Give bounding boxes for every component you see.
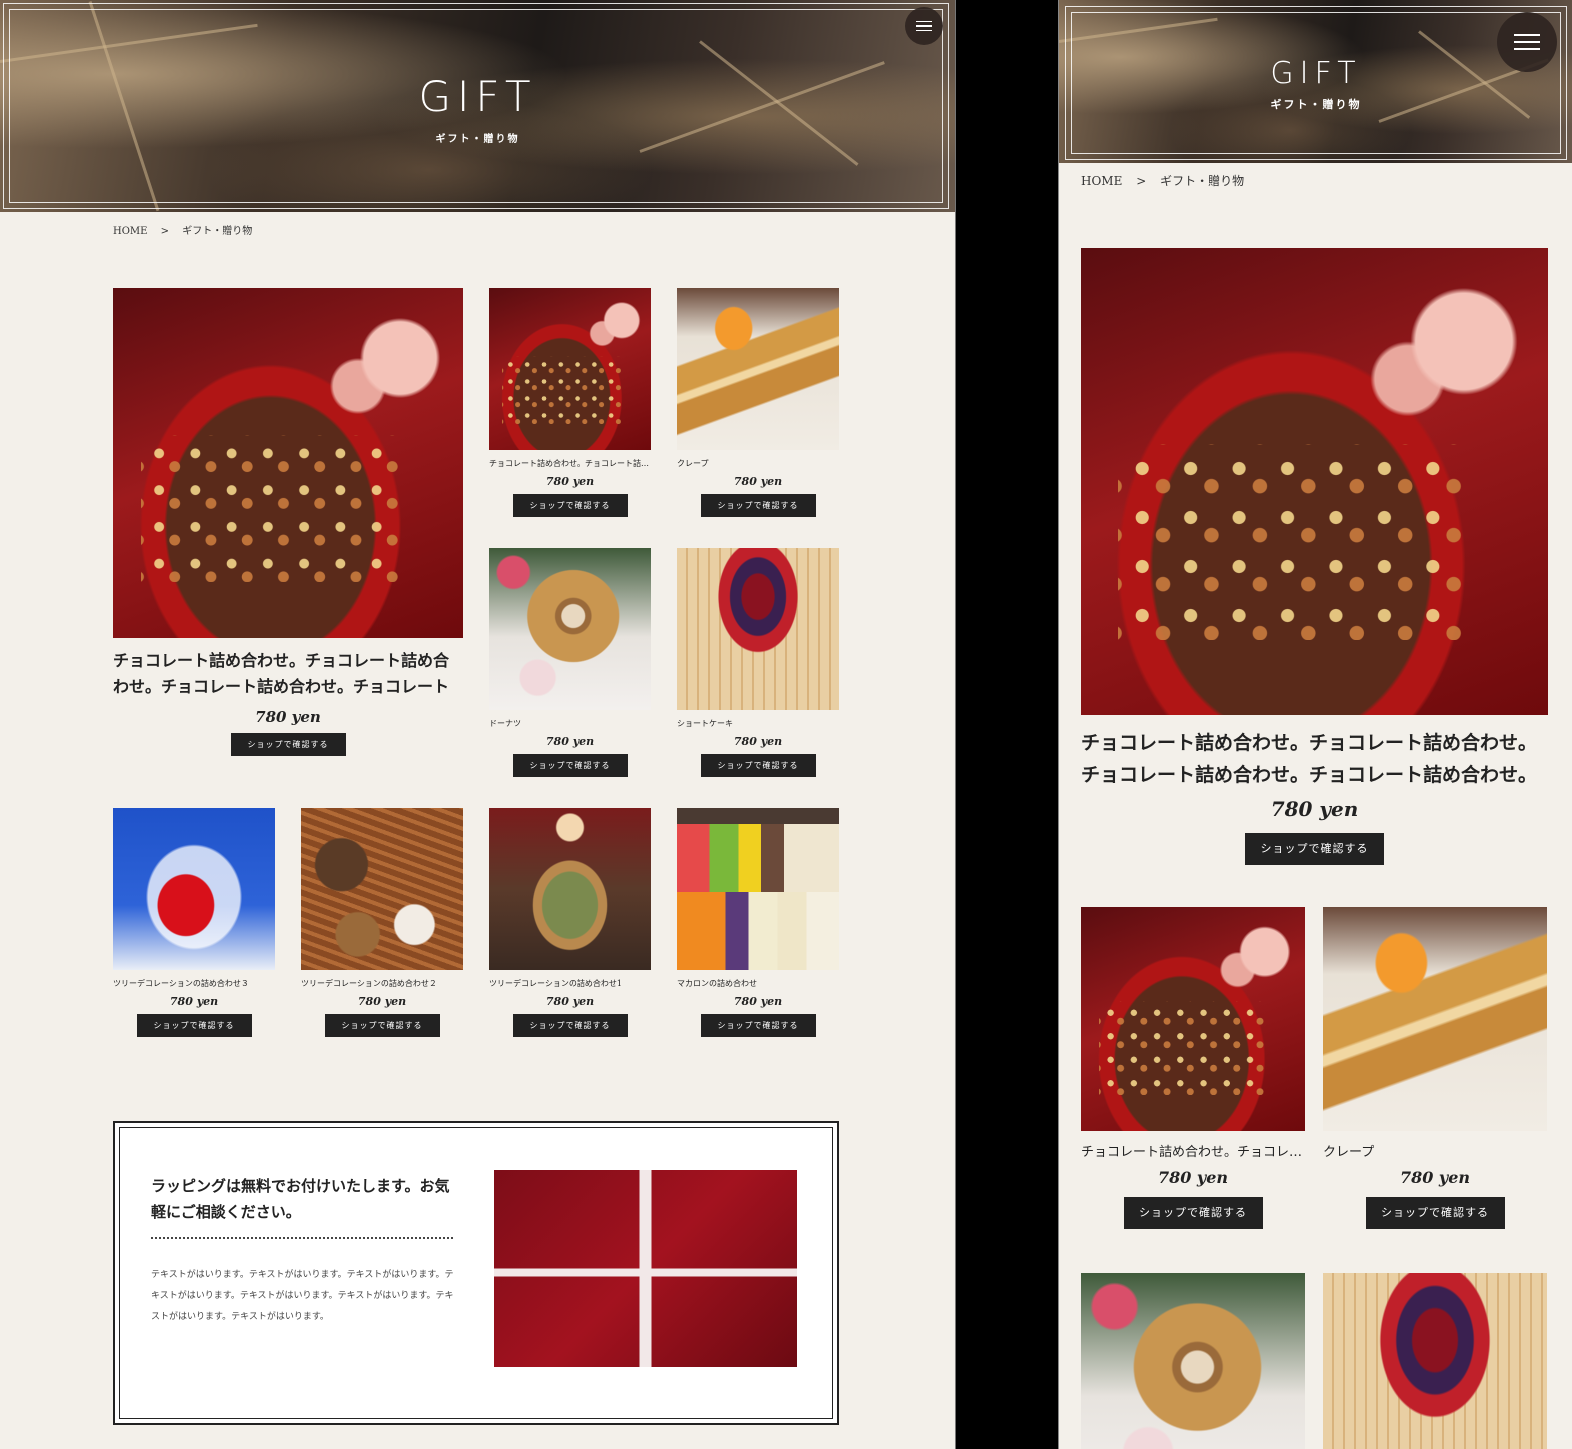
product-price: 780 yen — [1157, 1168, 1229, 1187]
shop-button[interactable]: ショップで確認する — [230, 733, 346, 756]
product-image[interactable] — [1081, 248, 1548, 715]
product-image[interactable] — [489, 548, 651, 710]
product-price: 780 yen — [1399, 1168, 1471, 1187]
product-image[interactable] — [677, 548, 839, 710]
hero-banner: GIFT ギフト・贈り物 — [0, 0, 955, 212]
breadcrumb-current: ギフト・贈り物 — [1160, 174, 1245, 188]
product-image[interactable] — [489, 288, 651, 450]
info-body-text: テキストがはいります。テキストがはいります。テキストがはいります。テキストがはい… — [151, 1270, 454, 1322]
product-name: マカロンの詰め合わせ — [677, 979, 757, 988]
info-heading: ラッピングは無料でお付けいたします。お気軽にご相談ください。 — [151, 1177, 450, 1221]
product-price: 780 yen — [545, 475, 595, 488]
shop-button[interactable]: ショップで確認する — [700, 1014, 816, 1037]
hamburger-menu-icon — [916, 20, 932, 23]
hamburger-menu-icon — [1514, 41, 1540, 43]
breadcrumb: HOME > ギフト・贈り物 — [1081, 172, 1254, 189]
breadcrumb-current: ギフト・贈り物 — [182, 226, 253, 237]
product-card — [1323, 1273, 1547, 1449]
hero-banner: GIFT ギフト・贈り物 — [1059, 0, 1572, 163]
product-price: 780 yen — [545, 735, 595, 748]
product-card: ツリーデコレーションの詰め合わせ1 780 yen ショップで確認する — [489, 808, 651, 1037]
menu-button[interactable] — [1497, 12, 1557, 72]
product-name: チョコレート詰め合わせ。チョコレート詰め合わせ。 — [1081, 1145, 1305, 1160]
product-name: チョコレート詰め合わせ。チョコレート詰め合わせ。チョコレート詰め合わせ。チョコレ… — [1081, 732, 1538, 786]
breadcrumb-home[interactable]: HOME — [1081, 174, 1122, 188]
product-card: クレープ 780 yen ショップで確認する — [677, 288, 839, 517]
page-title: GIFT — [418, 72, 537, 121]
hamburger-menu-icon — [1514, 48, 1540, 50]
product-image[interactable] — [1323, 907, 1547, 1131]
desktop-view: GIFT ギフト・贈り物 HOME > ギフト・贈り物 チョコレート詰め合わせ。… — [0, 0, 956, 1449]
page-subtitle: ギフト・贈り物 — [1270, 98, 1362, 111]
product-image[interactable] — [113, 288, 463, 638]
shop-button[interactable]: ショップで確認する — [512, 754, 628, 777]
shop-button[interactable]: ショップで確認する — [512, 494, 628, 517]
product-card: クレープ 780 yen ショップで確認する — [1323, 907, 1547, 1229]
breadcrumb-home[interactable]: HOME — [113, 226, 147, 237]
product-image[interactable] — [1323, 1273, 1547, 1449]
product-name: クレープ — [1323, 1145, 1375, 1160]
shop-button[interactable]: ショップで確認する — [700, 754, 816, 777]
product-price: 780 yen — [733, 735, 783, 748]
product-price: 780 yen — [357, 995, 407, 1008]
product-card-featured: チョコレート詰め合わせ。チョコレート詰め合わせ。チョコレート詰め合わせ。チョコレ… — [1081, 248, 1548, 865]
product-card — [1081, 1273, 1305, 1449]
wrapping-info-box: ラッピングは無料でお付けいたします。お気軽にご相談ください。 テキストがはいりま… — [113, 1121, 839, 1425]
menu-button[interactable] — [905, 7, 943, 45]
product-card: ショートケーキ 780 yen ショップで確認する — [677, 548, 839, 777]
product-price: 780 yen — [169, 995, 219, 1008]
product-price: 780 yen — [1270, 797, 1359, 821]
hamburger-menu-icon — [916, 29, 932, 32]
product-image[interactable] — [677, 288, 839, 450]
product-name: ショートケーキ — [677, 719, 733, 728]
shop-button[interactable]: ショップで確認する — [700, 494, 816, 517]
shop-button[interactable]: ショップで確認する — [512, 1014, 628, 1037]
hamburger-menu-icon — [916, 25, 932, 27]
product-price: 780 yen — [733, 475, 783, 488]
page-title: GIFT — [1270, 56, 1362, 91]
dotted-divider — [151, 1237, 453, 1239]
product-card: チョコレート詰め合わせ。チョコレート詰め合わせ。 780 yen ショップで確認… — [1081, 907, 1305, 1229]
shop-button[interactable]: ショップで確認する — [136, 1014, 252, 1037]
product-name: ツリーデコレーションの詰め合わせ３ — [113, 979, 249, 988]
shop-button[interactable]: ショップで確認する — [1365, 1197, 1505, 1229]
shop-button[interactable]: ショップで確認する — [324, 1014, 440, 1037]
product-card: チョコレート詰め合わせ。チョコレート詰め合わせ。 780 yen ショップで確認… — [489, 288, 651, 517]
gift-boxes-image — [494, 1170, 797, 1367]
product-image[interactable] — [1081, 1273, 1305, 1449]
product-name: ツリーデコレーションの詰め合わせ２ — [301, 979, 437, 988]
product-card: マカロンの詰め合わせ 780 yen ショップで確認する — [677, 808, 839, 1037]
product-image[interactable] — [489, 808, 651, 970]
product-image[interactable] — [1081, 907, 1305, 1131]
product-card: ツリーデコレーションの詰め合わせ２ 780 yen ショップで確認する — [301, 808, 463, 1037]
shop-button[interactable]: ショップで確認する — [1123, 1197, 1263, 1229]
page-subtitle: ギフト・贈り物 — [435, 134, 520, 145]
product-card-featured: チョコレート詰め合わせ。チョコレート詰め合わせ。チョコレート詰め合わせ。チョコレ… — [113, 288, 463, 756]
product-name: チョコレート詰め合わせ。チョコレート詰め合わせ。チョコレート詰め合わせ。チョコレ… — [113, 651, 450, 696]
breadcrumb: HOME > ギフト・贈り物 — [113, 222, 262, 237]
product-price: 780 yen — [255, 708, 321, 726]
product-image[interactable] — [301, 808, 463, 970]
shop-button[interactable]: ショップで確認する — [1245, 833, 1384, 865]
product-card: ドーナツ 780 yen ショップで確認する — [489, 548, 651, 777]
mobile-view: GIFT ギフト・贈り物 HOME > ギフト・贈り物 チョコレート詰め合わせ。… — [1058, 0, 1572, 1449]
product-card: ツリーデコレーションの詰め合わせ３ 780 yen ショップで確認する — [113, 808, 275, 1037]
product-name: ドーナツ — [489, 719, 521, 728]
product-price: 780 yen — [733, 995, 783, 1008]
product-name: クレープ — [677, 459, 709, 468]
product-price: 780 yen — [545, 995, 595, 1008]
hamburger-menu-icon — [1514, 34, 1540, 36]
breadcrumb-separator: > — [160, 226, 170, 237]
product-image[interactable] — [113, 808, 275, 970]
product-name: チョコレート詰め合わせ。チョコレート詰め合わせ。 — [489, 459, 651, 468]
breadcrumb-separator: > — [1136, 174, 1147, 188]
product-image[interactable] — [677, 808, 839, 970]
product-name: ツリーデコレーションの詰め合わせ1 — [489, 979, 622, 988]
